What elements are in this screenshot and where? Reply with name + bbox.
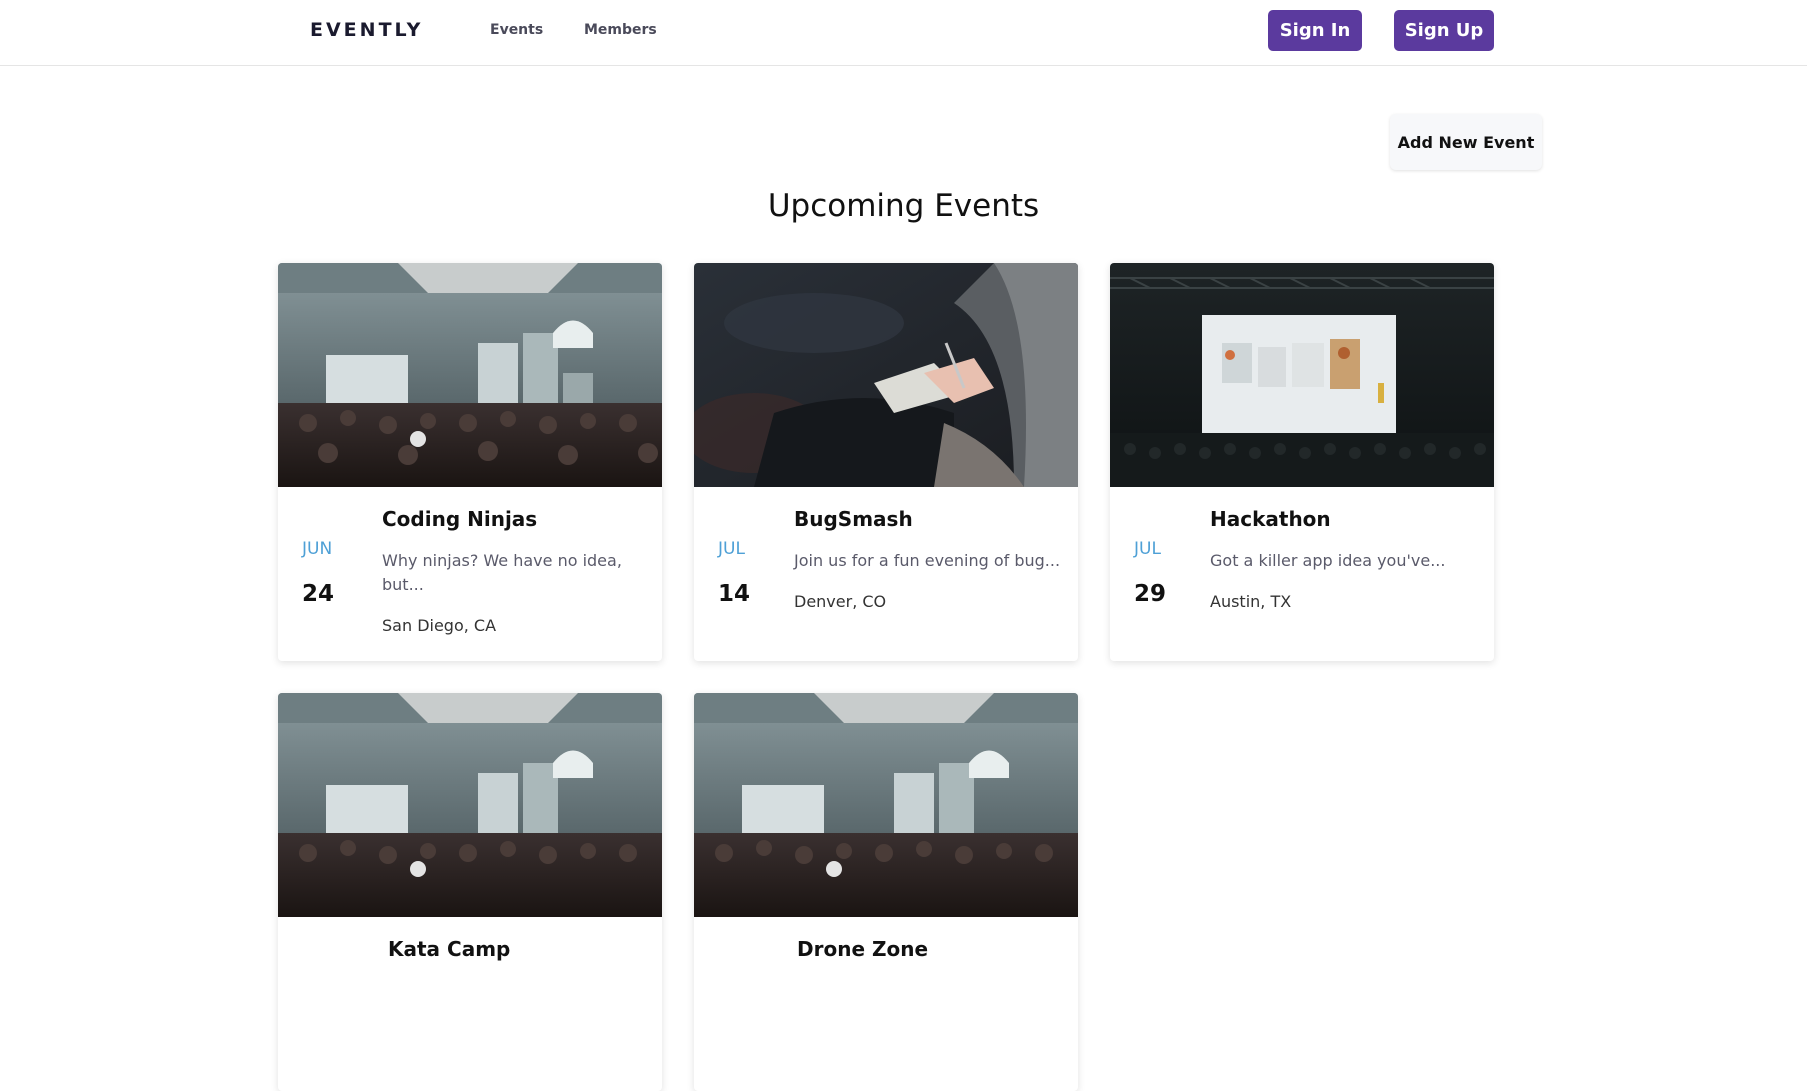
event-image (1110, 263, 1494, 487)
event-image (278, 263, 662, 487)
event-card[interactable]: JUN 24 Coding Ninjas Why ninjas? We have… (278, 263, 662, 661)
event-title[interactable]: Drone Zone (797, 937, 928, 961)
event-card[interactable]: JUL 29 Hackathon Got a killer app idea y… (1110, 263, 1494, 661)
event-title[interactable]: Coding Ninjas (382, 507, 537, 531)
event-description: Join us for a fun evening of bug... (794, 551, 1061, 570)
event-month: JUN (302, 539, 333, 559)
event-title[interactable]: BugSmash (794, 507, 913, 531)
event-image (278, 693, 662, 917)
nav-events-link[interactable]: Events (490, 22, 543, 38)
page-title: Upcoming Events (767, 188, 1040, 224)
event-location: Denver, CO (794, 592, 887, 611)
logo[interactable]: EVENTLY (310, 19, 423, 41)
event-month: JUL (718, 539, 745, 559)
sign-in-button[interactable]: Sign In (1268, 10, 1362, 51)
sign-up-button[interactable]: Sign Up (1394, 10, 1494, 51)
event-day: 24 (302, 581, 335, 607)
event-day: 29 (1134, 581, 1167, 607)
event-location: San Diego, CA (382, 616, 497, 635)
event-day: 14 (718, 581, 751, 607)
event-month: JUL (1134, 539, 1161, 559)
event-description: Got a killer app idea you've... (1210, 551, 1446, 570)
event-image (694, 263, 1078, 487)
add-new-event-button[interactable]: Add New Event (1390, 114, 1542, 170)
top-navbar: EVENTLY Events Members Sign In Sign Up (0, 0, 1807, 66)
event-card[interactable]: JUL 14 BugSmash Join us for a fun evenin… (694, 263, 1078, 661)
event-card[interactable]: Drone Zone (694, 693, 1078, 1091)
event-location: Austin, TX (1210, 592, 1292, 611)
event-card[interactable]: Kata Camp (278, 693, 662, 1091)
event-description: Why ninjas? We have no idea, but... (382, 551, 622, 594)
event-image (694, 693, 1078, 917)
event-title[interactable]: Hackathon (1210, 507, 1331, 531)
nav-members-link[interactable]: Members (584, 22, 657, 38)
event-title[interactable]: Kata Camp (388, 937, 510, 961)
